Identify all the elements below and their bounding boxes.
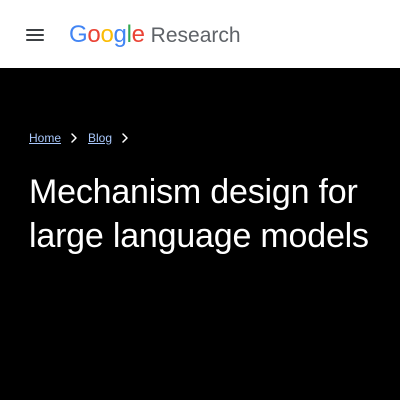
page: Google Research Home Blog Mechanism desi… xyxy=(0,0,400,400)
site-header: Google Research xyxy=(0,0,400,68)
logo-letter: o xyxy=(100,21,114,48)
article-title: Mechanism design for large language mode… xyxy=(29,173,369,255)
breadcrumb-link-home[interactable]: Home xyxy=(29,130,61,146)
hamburger-menu-icon[interactable] xyxy=(26,29,44,41)
chevron-right-icon xyxy=(68,132,80,144)
chevron-right-icon xyxy=(119,132,131,144)
logo-product-name: Research xyxy=(150,24,241,47)
logo-letter: e xyxy=(131,21,145,48)
breadcrumb-link-blog[interactable]: Blog xyxy=(88,130,112,146)
google-wordmark: Google xyxy=(69,20,145,50)
logo-letter: G xyxy=(69,21,88,48)
menu-bar xyxy=(26,34,44,36)
menu-bar xyxy=(26,29,44,31)
article-hero: Home Blog Mechanism design for large lan… xyxy=(0,68,400,400)
menu-bar xyxy=(26,39,44,41)
breadcrumb: Home Blog xyxy=(29,130,139,146)
logo-letter: g xyxy=(113,21,127,48)
logo-letter: o xyxy=(87,21,101,48)
google-research-logo[interactable]: Google Research xyxy=(69,20,241,50)
